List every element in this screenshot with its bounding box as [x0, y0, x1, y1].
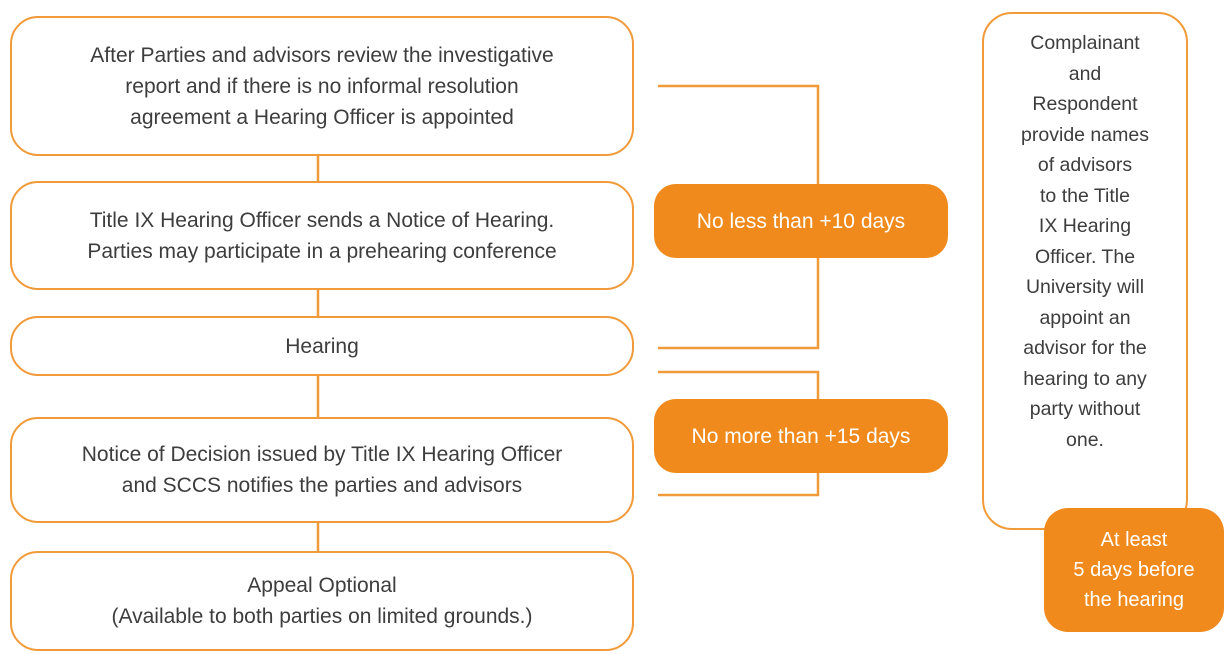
advisor-note-text: Complainant and Respondent provide names…	[1021, 32, 1149, 451]
advisor-deadline-badge: At least 5 days before the hearing	[1044, 508, 1224, 632]
step-notice-of-hearing-text: Title IX Hearing Officer sends a Notice …	[87, 208, 557, 263]
timeframe-before-hearing-badge: No less than +10 days	[654, 184, 948, 258]
timeframe-after-hearing-text: No more than +15 days	[691, 424, 911, 448]
step-hearing: Hearing	[10, 316, 634, 376]
step-notice-of-decision: Notice of Decision issued by Title IX He…	[10, 417, 634, 523]
step-appeal: Appeal Optional (Available to both parti…	[10, 551, 634, 651]
step-hearing-text: Hearing	[285, 334, 359, 358]
step-notice-of-hearing: Title IX Hearing Officer sends a Notice …	[10, 181, 634, 290]
step-investigative-report-text: After Parties and advisors review the in…	[90, 43, 554, 129]
timeframe-before-hearing-text: No less than +10 days	[696, 209, 906, 233]
step-notice-of-decision-text: Notice of Decision issued by Title IX He…	[81, 443, 563, 497]
advisor-note-box: Complainant and Respondent provide names…	[982, 12, 1188, 530]
advisor-deadline-text: At least 5 days before the hearing	[1073, 529, 1195, 611]
timeframe-after-hearing-badge: No more than +15 days	[654, 399, 948, 473]
step-appeal-text: Appeal Optional (Available to both parti…	[111, 574, 533, 628]
step-investigative-report: After Parties and advisors review the in…	[10, 16, 634, 156]
